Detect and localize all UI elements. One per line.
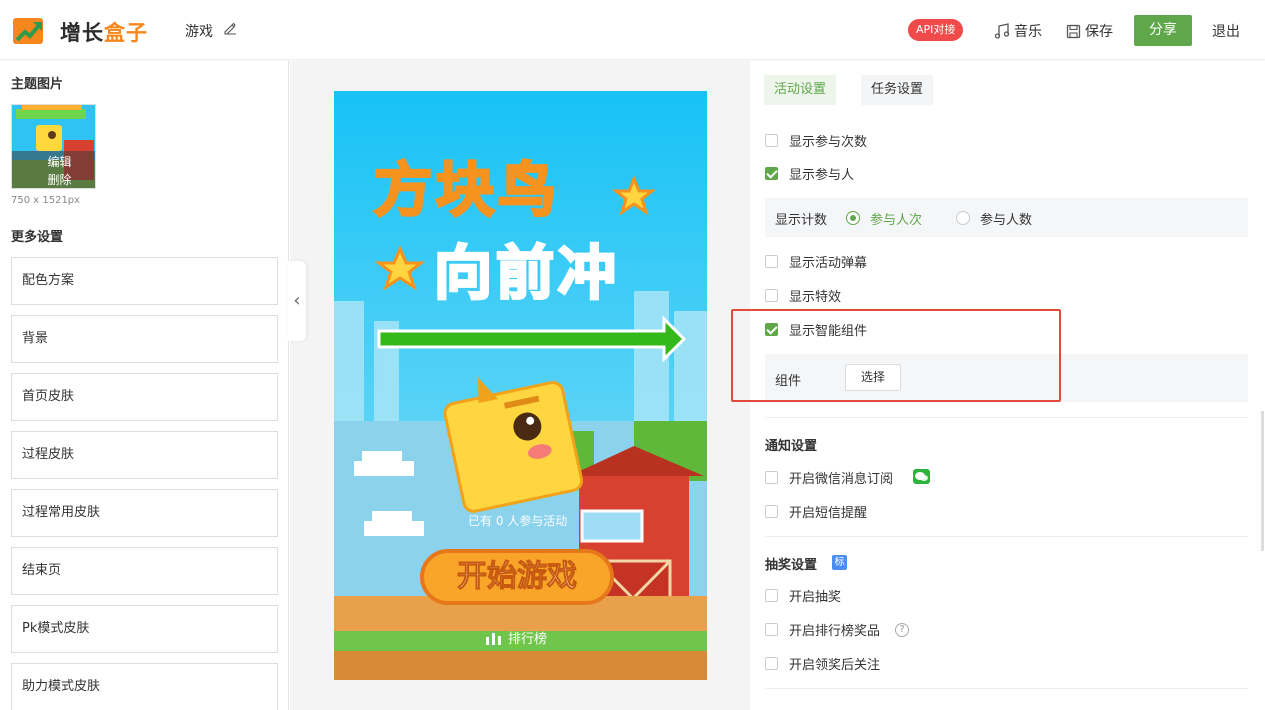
exit-button[interactable]: 退出 [1212, 21, 1240, 41]
checkbox-sms-reminder[interactable] [765, 505, 778, 518]
radio-participant-people[interactable] [956, 211, 970, 225]
checkbox-enable-lottery[interactable] [765, 589, 778, 602]
radio-participant-times-label: 参与人次 [870, 213, 923, 228]
label-rank-prize: 开启排行榜奖品 [789, 624, 881, 639]
label-sms-reminder: 开启短信提醒 [789, 506, 868, 521]
logo-text: 增长盒子 [60, 21, 148, 45]
wechat-icon [913, 469, 930, 484]
right-scrollbar[interactable] [1261, 411, 1264, 551]
bar-chart-icon [486, 632, 501, 645]
save-label: 保存 [1085, 24, 1113, 40]
checkbox-show-people[interactable] [765, 167, 778, 180]
label-show-people: 显示参与人 [789, 168, 855, 183]
divider [765, 688, 1248, 689]
top-header: 增长盒子 游戏 API对接 音乐 保存 分享 退出 [0, 0, 1265, 60]
game-title-line-1: 方块鸟 [372, 155, 561, 226]
save-icon [1066, 24, 1081, 38]
checkbox-wechat-subscribe[interactable] [765, 471, 778, 484]
participants-text: 已有 0 人参与活动 [468, 514, 568, 528]
notify-settings-title: 通知设置 [765, 439, 818, 454]
leaderboard-button[interactable]: 排行榜 [486, 628, 547, 647]
setting-item-pk-skin[interactable]: Pk模式皮肤 [11, 605, 278, 653]
checkbox-show-times[interactable] [765, 134, 778, 147]
checkbox-show-effects[interactable] [765, 289, 778, 302]
setting-item-home-skin[interactable]: 首页皮肤 [11, 373, 278, 421]
save-button[interactable]: 保存 [1066, 21, 1113, 41]
thumbnail-delete-button[interactable]: 删除 [22, 171, 95, 188]
label-wechat-subscribe: 开启微信消息订阅 [789, 472, 894, 487]
count-display-panel: 显示计数 参与人次 参与人数 [765, 198, 1248, 237]
phone-preview: 方块鸟 向前冲 已有 0 人参与活动 开始游戏 排行榜 [334, 91, 707, 680]
logo-icon [13, 18, 43, 44]
label-follow-after-prize: 开启领奖后关注 [789, 658, 881, 673]
project-name: 游戏 [185, 24, 213, 40]
music-button[interactable]: 音乐 [994, 21, 1042, 41]
lottery-tag-badge: 标 [832, 555, 847, 570]
theme-image-thumbnail[interactable]: 编辑 删除 [11, 104, 96, 189]
setting-item-background[interactable]: 背景 [11, 315, 278, 363]
more-settings-title: 更多设置 [11, 230, 64, 245]
start-game-button[interactable]: 开始游戏 [422, 551, 612, 603]
radio-participant-people-label: 参与人数 [980, 213, 1033, 228]
divider [765, 536, 1248, 537]
game-title-line-2: 向前冲 [432, 238, 621, 309]
highlight-box [731, 309, 1061, 402]
label-show-times: 显示参与次数 [789, 135, 868, 150]
label-enable-lottery: 开启抽奖 [789, 590, 842, 605]
chevron-left-icon: ‹ [293, 290, 301, 311]
label-show-barrage: 显示活动弹幕 [789, 256, 868, 271]
thumbnail-edit-button[interactable]: 编辑 [22, 153, 95, 171]
collapse-panel-button[interactable]: ‹ [288, 261, 306, 341]
setting-item-color-scheme[interactable]: 配色方案 [11, 257, 278, 305]
checkbox-show-barrage[interactable] [765, 255, 778, 268]
divider [765, 417, 1248, 418]
image-size-text: 750 x 1521px [11, 195, 81, 206]
count-label: 显示计数 [775, 213, 828, 228]
setting-item-assist-skin[interactable]: 助力模式皮肤 [11, 663, 278, 710]
help-icon[interactable]: ? [895, 623, 909, 637]
lottery-settings-title: 抽奖设置 [765, 558, 818, 573]
setting-item-process-skin[interactable]: 过程皮肤 [11, 431, 278, 479]
radio-participant-times[interactable] [846, 211, 860, 225]
thumbnail-overlay: 编辑 删除 [12, 151, 95, 188]
setting-item-common-process-skin[interactable]: 过程常用皮肤 [11, 489, 278, 537]
leaderboard-label: 排行榜 [508, 632, 548, 647]
music-label: 音乐 [1014, 24, 1042, 40]
checkbox-follow-after-prize[interactable] [765, 657, 778, 670]
tab-activity-settings[interactable]: 活动设置 [764, 75, 837, 105]
left-settings-panel: 主题图片 编辑 删除 750 x 1521px 更多设置 配色方案 背景 首页皮… [0, 61, 289, 710]
theme-image-title: 主题图片 [11, 77, 64, 92]
edit-name-icon[interactable] [223, 21, 237, 35]
api-badge[interactable]: API对接 [908, 19, 964, 41]
checkbox-rank-prize[interactable] [765, 623, 778, 636]
music-icon [994, 23, 1010, 39]
tab-task-settings[interactable]: 任务设置 [861, 75, 934, 105]
setting-item-end-page[interactable]: 结束页 [11, 547, 278, 595]
label-show-effects: 显示特效 [789, 290, 842, 305]
share-button[interactable]: 分享 [1134, 15, 1192, 46]
